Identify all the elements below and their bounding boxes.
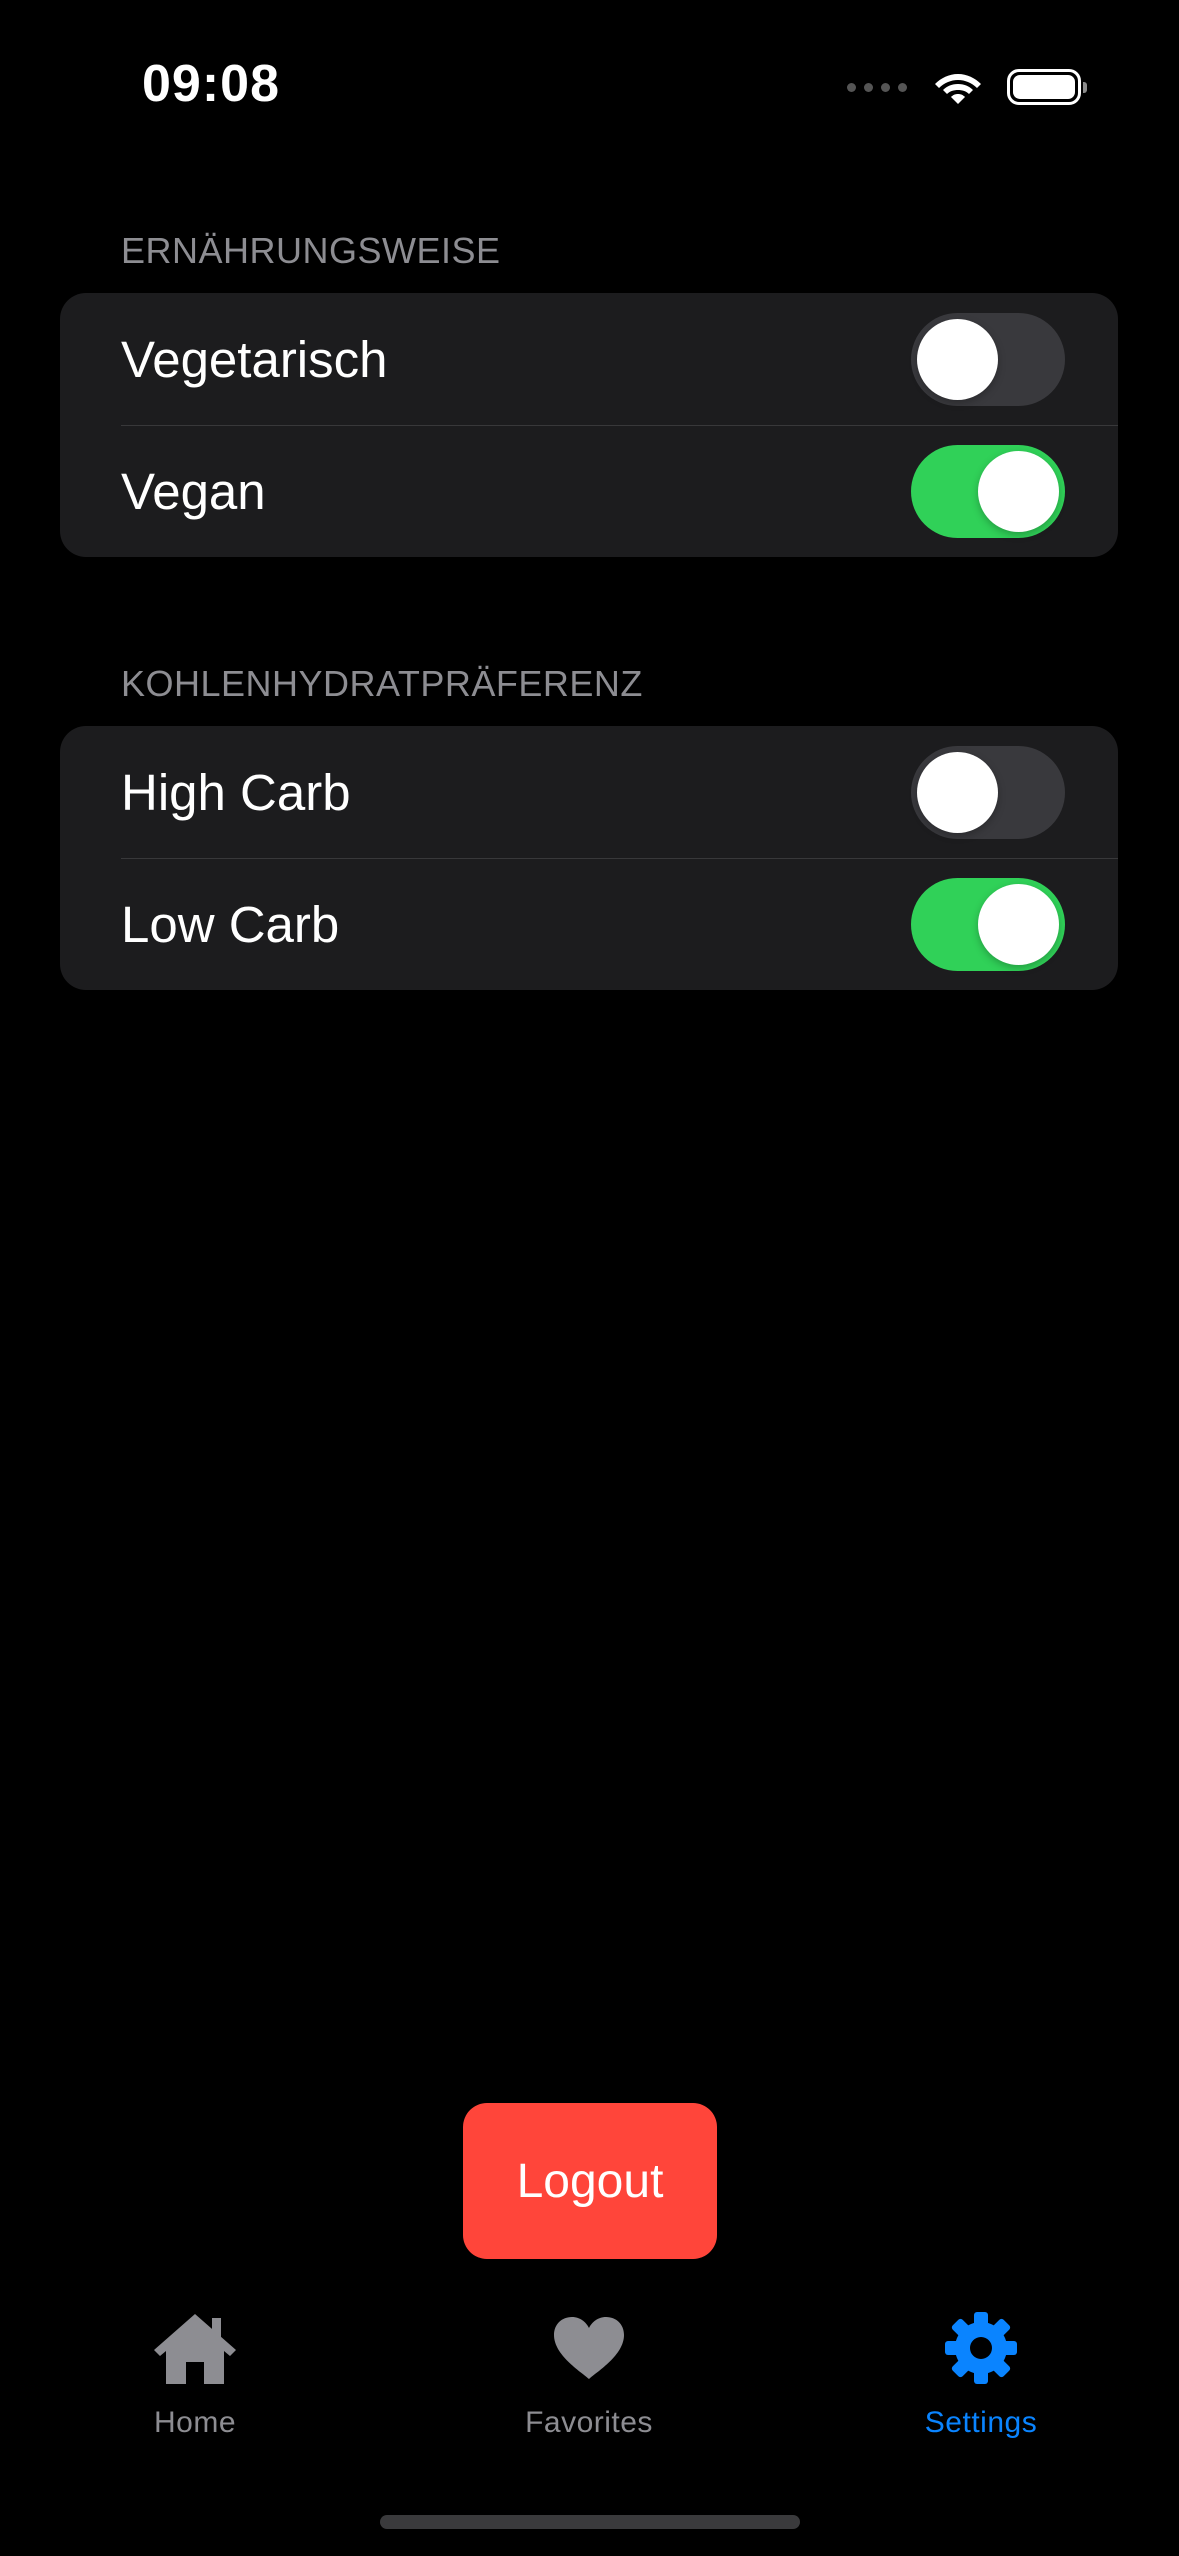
tab-label-favorites: Favorites [525, 2406, 653, 2439]
setting-label-vegan: Vegan [121, 462, 266, 520]
tab-settings[interactable]: Settings [851, 2300, 1111, 2460]
setting-label-low-carb: Low Carb [121, 895, 340, 953]
gear-icon [943, 2300, 1019, 2396]
high-carb-toggle[interactable] [911, 745, 1065, 839]
tab-label-home: Home [153, 2406, 237, 2439]
cellular-signal-icon [847, 82, 907, 92]
settings-group-diet: Vegetarisch Vegan [60, 293, 1118, 557]
home-indicator [380, 2515, 800, 2529]
section-header-carb: KOHLENHYDRATPRÄFERENZ [121, 663, 643, 704]
setting-row-high-carb: High Carb [60, 726, 1118, 858]
toggle-knob [978, 450, 1059, 532]
tab-favorites[interactable]: Favorites [459, 2300, 719, 2460]
toggle-knob [978, 883, 1059, 965]
battery-icon [1007, 69, 1087, 105]
setting-row-vegetarian: Vegetarisch [60, 293, 1118, 425]
setting-label-vegetarian: Vegetarisch [121, 330, 388, 388]
house-icon [152, 2300, 238, 2396]
tab-bar: Home Favorites Settings [0, 2300, 1179, 2460]
low-carb-toggle[interactable] [911, 877, 1065, 971]
wifi-icon [935, 74, 981, 104]
vegetarian-toggle[interactable] [911, 312, 1065, 406]
logout-button[interactable]: Logout [463, 2103, 717, 2259]
toggle-knob [917, 318, 998, 400]
toggle-knob [917, 751, 998, 833]
tab-label-settings: Settings [924, 2406, 1038, 2439]
heart-icon [552, 2300, 626, 2396]
status-bar: 09:08 [0, 0, 1179, 175]
setting-row-low-carb: Low Carb [60, 858, 1118, 990]
setting-row-vegan: Vegan [60, 425, 1118, 557]
status-time: 09:08 [142, 55, 280, 113]
tab-home[interactable]: Home [65, 2300, 325, 2460]
settings-group-carb: High Carb Low Carb [60, 726, 1118, 990]
status-icons [847, 62, 1087, 112]
vegan-toggle[interactable] [911, 444, 1065, 538]
section-header-diet: ERNÄHRUNGSWEISE [121, 230, 501, 271]
setting-label-high-carb: High Carb [121, 763, 351, 821]
